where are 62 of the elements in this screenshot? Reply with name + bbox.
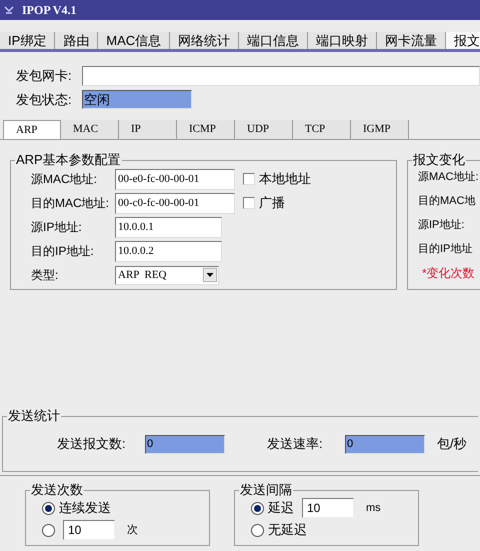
protocol-tab[interactable]: IP <box>119 120 177 139</box>
field-label: 源MAC地址: <box>418 170 478 185</box>
group-title: ARP基本参数配置 <box>15 152 122 168</box>
field-label: 源IP地址: <box>31 219 83 236</box>
tab[interactable]: 路由 <box>55 32 98 49</box>
field-label: 类型: <box>31 267 60 284</box>
field-label: 发包状态: <box>15 90 73 109</box>
input-field[interactable]: 10.0.0.2 <box>115 240 222 262</box>
tab[interactable]: 报文 <box>446 32 480 49</box>
group-title: 发送间隔 <box>239 482 293 498</box>
app-icon <box>4 5 14 15</box>
note-text: *变化次数 <box>421 266 475 280</box>
checkbox[interactable] <box>243 197 255 209</box>
tab[interactable]: 端口信息 <box>239 32 308 49</box>
field-label: 发送速率: <box>267 435 324 454</box>
checkbox-label: 广播 <box>259 194 285 212</box>
tab[interactable]: 网卡流量 <box>377 32 446 49</box>
tab[interactable]: 端口映射 <box>308 32 378 49</box>
field-label: 目的MAC地址: <box>31 195 110 212</box>
radio-button[interactable] <box>251 502 264 514</box>
protocol-tab[interactable]: MAC <box>61 120 119 139</box>
input-field[interactable]: 00-e0-fc-00-00-01 <box>115 168 235 190</box>
unit-label: 次 <box>127 522 138 538</box>
radio-button[interactable] <box>42 524 55 536</box>
field-label: 发包网卡: <box>15 67 73 86</box>
input-field[interactable]: 00-c0-fc-00-00-01 <box>115 192 235 214</box>
checkbox[interactable] <box>243 173 255 185</box>
protocol-tab[interactable]: ARP <box>3 120 61 139</box>
radio-label: 无延迟 <box>268 521 307 540</box>
checkbox-label: 本地地址 <box>259 170 311 188</box>
protocol-tab[interactable]: UDP <box>235 120 293 139</box>
unit-label: ms <box>366 500 381 516</box>
type-dropdown[interactable]: ARP REQ <box>115 266 219 284</box>
input-field[interactable]: 10.0.0.1 <box>115 216 222 238</box>
tab[interactable]: 网络统计 <box>170 32 240 49</box>
input-field[interactable]: 10 <box>63 520 115 540</box>
window-title: IPOP V4.1 <box>22 2 76 19</box>
nic-input-field[interactable] <box>82 66 480 86</box>
radio-button[interactable] <box>251 524 264 536</box>
radio-label: 连续发送 <box>59 499 111 518</box>
field-label: 目的MAC地 <box>418 194 476 209</box>
protocol-tab[interactable]: TCP <box>293 120 351 139</box>
group-title: 发送次数 <box>30 482 84 498</box>
radio-label: 延迟 <box>268 499 294 518</box>
field-label: 目的IP地址 <box>418 242 472 257</box>
rate-field: 0 <box>345 434 425 454</box>
protocol-tab[interactable]: IGMP <box>351 120 409 139</box>
unit-label: 包/秒 <box>437 435 467 454</box>
field-label: 发送报文数: <box>57 435 127 454</box>
field-label: 目的IP地址: <box>31 243 95 260</box>
tab[interactable]: IP绑定 <box>0 32 56 49</box>
group-title: 报文变化 <box>412 152 466 168</box>
tab[interactable]: MAC信息 <box>98 32 170 49</box>
input-field[interactable]: 10 <box>302 498 354 518</box>
count-field: 0 <box>145 434 225 454</box>
radio-button[interactable] <box>42 502 55 514</box>
dropdown-arrow-icon <box>203 268 217 282</box>
protocol-tab[interactable]: ICMP <box>177 120 235 139</box>
status-field: 空闲 <box>82 90 192 109</box>
group-title: 发送统计 <box>7 408 61 424</box>
field-label: 源IP地址: <box>418 218 464 233</box>
field-label: 源MAC地址: <box>31 171 98 188</box>
